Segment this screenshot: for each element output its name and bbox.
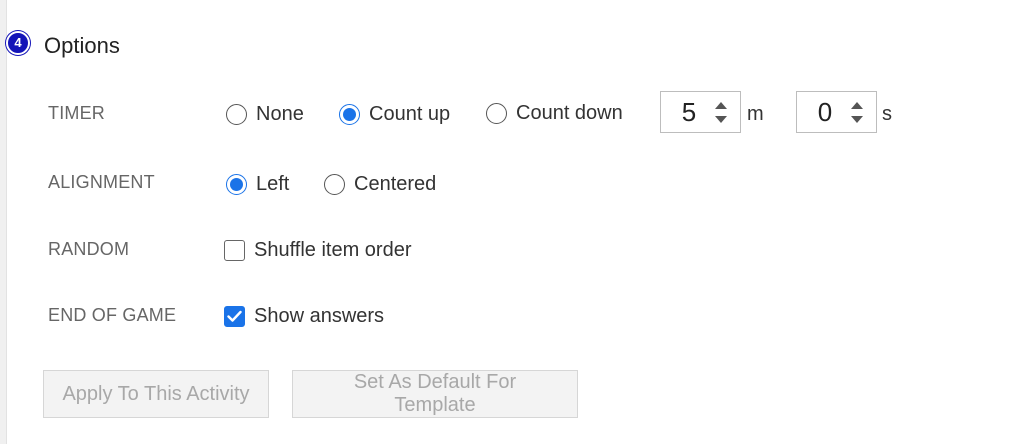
seconds-unit: s	[882, 103, 892, 125]
minutes-spin-arrows[interactable]	[713, 99, 729, 126]
minutes-increment-icon[interactable]	[713, 99, 729, 111]
alignment-option-left-label: Left	[256, 173, 290, 195]
minutes-input[interactable]	[661, 95, 709, 129]
show-answers-label: Show answers	[254, 305, 385, 327]
alignment-label: ALIGNMENT	[48, 172, 155, 192]
step-number-badge: 4	[6, 31, 30, 55]
shuffle-item-order-label: Shuffle item order	[254, 239, 412, 261]
minutes-stepper[interactable]	[660, 91, 741, 133]
seconds-spin-arrows[interactable]	[849, 99, 865, 126]
seconds-decrement-icon[interactable]	[849, 114, 865, 126]
show-answers-checkbox[interactable]: Show answers	[224, 305, 384, 328]
minutes-decrement-icon[interactable]	[713, 114, 729, 126]
timer-option-count-up[interactable]: Count up	[339, 103, 450, 126]
apply-to-this-activity-button[interactable]: Apply To This Activity	[43, 370, 269, 418]
set-as-default-for-template-button[interactable]: Set As Default For Template	[292, 370, 578, 418]
timer-label: TIMER	[48, 103, 105, 123]
checkmark-icon[interactable]	[224, 306, 245, 327]
end-of-game-label: END OF GAME	[48, 305, 177, 325]
alignment-option-centered[interactable]: Centered	[324, 173, 436, 196]
radio-count-down-icon[interactable]	[486, 103, 507, 124]
seconds-increment-icon[interactable]	[849, 99, 865, 111]
minutes-unit: m	[747, 103, 764, 125]
alignment-option-left[interactable]: Left	[226, 173, 289, 196]
section-title: Options	[44, 33, 120, 58]
radio-none-icon[interactable]	[226, 104, 247, 125]
alignment-option-centered-label: Centered	[354, 173, 437, 195]
left-border	[0, 0, 7, 444]
seconds-stepper[interactable]	[796, 91, 877, 133]
shuffle-item-order-checkbox[interactable]: Shuffle item order	[224, 239, 412, 262]
random-label: RANDOM	[48, 239, 130, 259]
timer-option-none-label: None	[256, 103, 304, 125]
checkbox-unchecked-icon[interactable]	[224, 240, 245, 261]
timer-option-none[interactable]: None	[226, 103, 304, 126]
radio-centered-icon[interactable]	[324, 174, 345, 195]
timer-option-count-down-label: Count down	[516, 102, 623, 124]
seconds-input[interactable]	[797, 95, 845, 129]
timer-option-count-down[interactable]: Count down	[486, 102, 623, 125]
radio-count-up-icon[interactable]	[339, 104, 360, 125]
radio-left-icon[interactable]	[226, 174, 247, 195]
timer-option-count-up-label: Count up	[369, 103, 451, 125]
